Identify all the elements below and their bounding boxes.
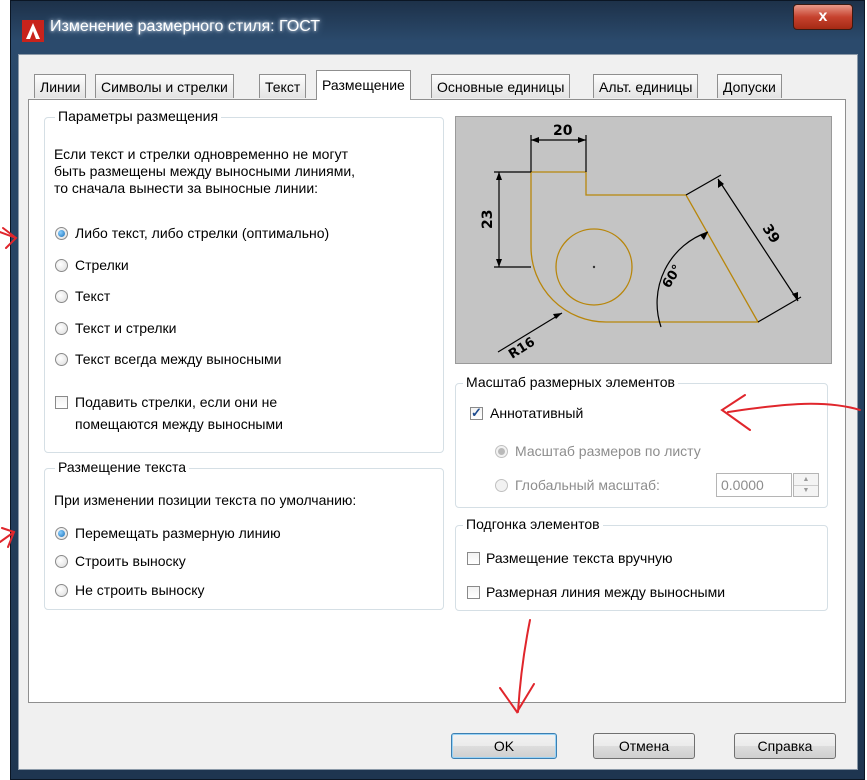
radio-label: Перемещать размерную линию [75, 525, 281, 541]
dim-text-left: 23 [480, 210, 496, 229]
radio-text-always-between[interactable] [55, 353, 68, 366]
scale-legend: Масштаб размерных элементов [463, 374, 678, 390]
autocad-logo-icon [22, 20, 44, 42]
radio-text[interactable] [55, 290, 68, 303]
preview-arrowheads [496, 137, 798, 319]
tab-lines[interactable]: Линии [34, 74, 87, 98]
radio-label: Либо текст, либо стрелки (оптимально) [75, 225, 330, 241]
tab-fit[interactable]: Размещение [316, 70, 411, 100]
radio-label: Текст [75, 288, 111, 304]
radio-label: Не строить выноску [75, 582, 205, 598]
dim-text-diagonal: 39 [759, 221, 783, 246]
tab-tolerances[interactable]: Допуски [717, 74, 782, 98]
preview-center-mark [592, 265, 596, 269]
suppress-arrows-checkbox[interactable] [55, 396, 68, 409]
fit-description-line: то сначала вынести за выносные линии: [54, 180, 319, 196]
radio-either-text-or-arrows[interactable] [55, 227, 68, 240]
preview-dimension-lines [494, 135, 802, 353]
tab-symbols-arrows[interactable]: Символы и стрелки [95, 74, 234, 98]
spin-down-icon[interactable]: ▼ [794, 485, 818, 496]
preview-part-outline [530, 171, 760, 323]
draw-dim-line-between-checkbox[interactable] [467, 586, 480, 599]
help-button[interactable]: Справка [734, 733, 836, 759]
tab-text[interactable]: Текст [259, 74, 307, 98]
radio-text-and-arrows[interactable] [55, 322, 68, 335]
checkbox-label: Аннотативный [490, 405, 584, 421]
radio-label: Текст и стрелки [75, 320, 177, 336]
fine-tuning-legend: Подгонка элементов [463, 516, 603, 532]
checkbox-label: Размерная линия между выносными [486, 584, 726, 600]
place-text-manually-checkbox[interactable] [467, 552, 480, 565]
text-placement-description: При изменении позиции текста по умолчани… [54, 492, 357, 508]
dimension-preview: 20 23 39 60° R16 [455, 116, 832, 364]
fit-options-legend: Параметры размещения [55, 108, 222, 124]
ok-button[interactable]: OK [451, 733, 557, 759]
radio-label: Текст всегда между выносными [75, 351, 282, 367]
radio-label: Стрелки [75, 257, 129, 273]
global-scale-spinner[interactable]: ▲ ▼ [793, 473, 819, 497]
global-scale-input[interactable]: 0.0000 [716, 473, 792, 497]
radio-label: Строить выноску [75, 553, 186, 569]
radio-without-leader[interactable] [55, 584, 68, 597]
tab-primary-units[interactable]: Основные единицы [431, 74, 571, 98]
radio-with-leader[interactable] [55, 555, 68, 568]
radio-scale-to-layout[interactable] [495, 445, 508, 458]
fit-description-line: быть размещены между выносными линиями, [54, 163, 356, 179]
window-title: Изменение размерного стиля: ГОСТ [50, 18, 321, 35]
dim-text-radius: R16 [506, 335, 538, 363]
close-button[interactable]: x [793, 4, 853, 30]
checkbox-label: Подавить стрелки, если они не [75, 394, 278, 410]
radio-move-dimension-line[interactable] [55, 527, 68, 540]
tab-alternate-units[interactable]: Альт. единицы [593, 74, 699, 98]
dim-text-angle: 60° [660, 262, 686, 291]
radio-label: Масштаб размеров по листу [515, 443, 701, 459]
checkbox-label: помещаются между выносными [75, 416, 283, 432]
annotative-checkbox[interactable] [470, 405, 483, 421]
preview-drawing: 20 23 39 60° R16 [480, 123, 802, 363]
radio-global-scale[interactable] [495, 479, 508, 492]
radio-label: Глобальный масштаб: [515, 477, 660, 493]
radio-arrows[interactable] [55, 259, 68, 272]
cancel-button[interactable]: Отмена [593, 733, 695, 759]
fit-description-line: Если текст и стрелки одновременно не мог… [54, 146, 348, 162]
text-placement-legend: Размещение текста [55, 459, 190, 475]
dim-text-top: 20 [553, 123, 573, 139]
checkbox-label: Размещение текста вручную [486, 550, 673, 566]
